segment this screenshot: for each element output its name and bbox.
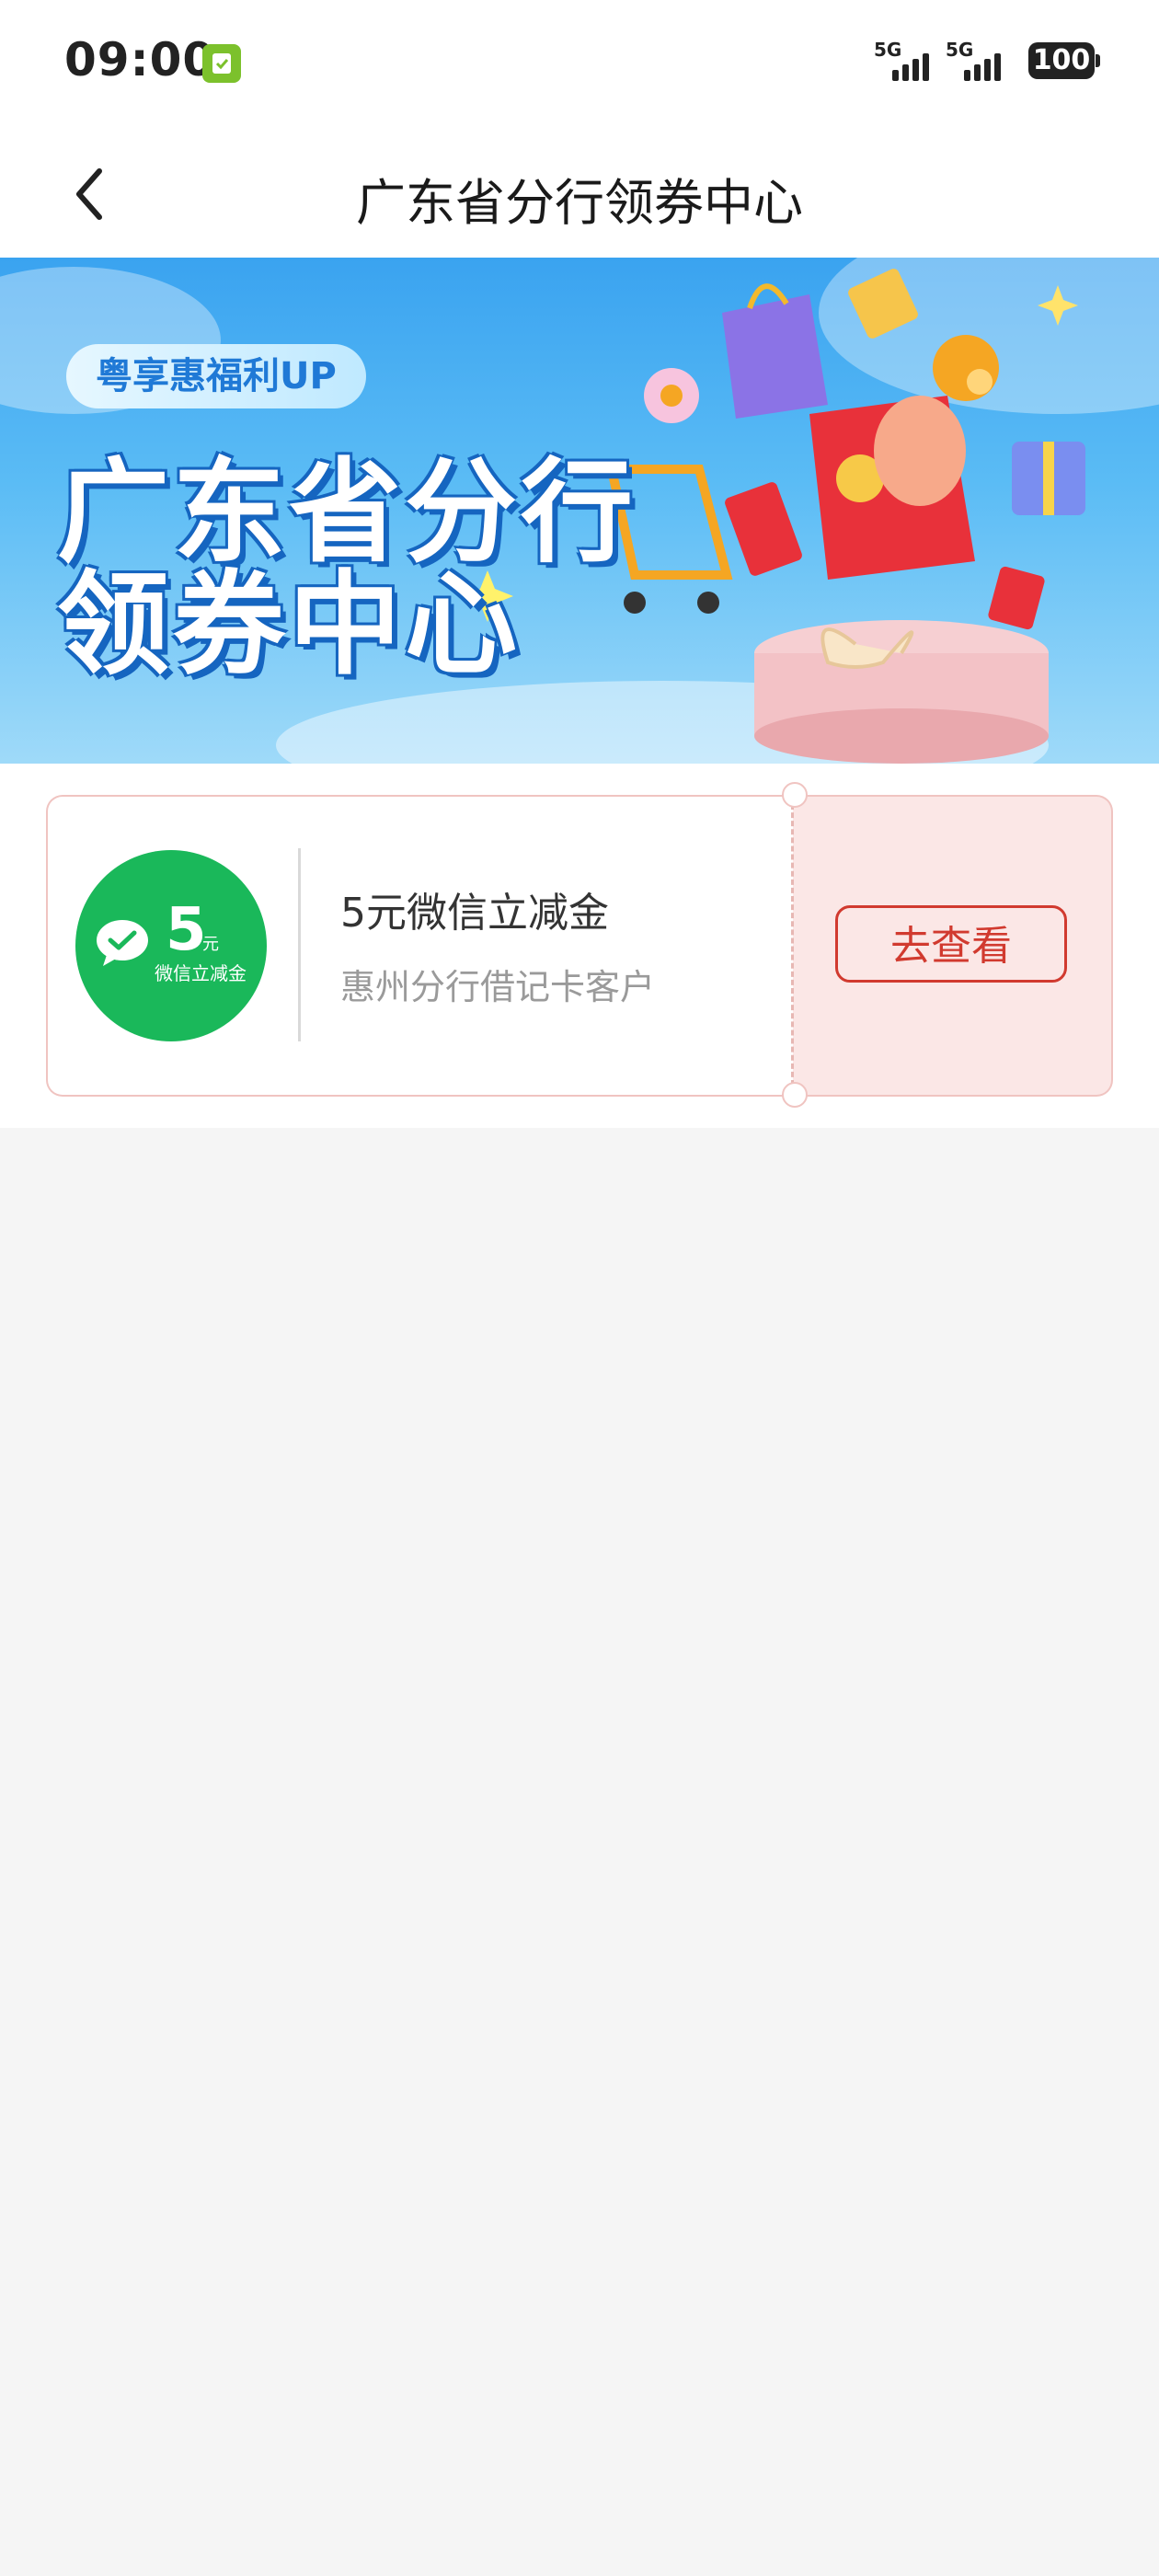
coupon-separator: [298, 848, 301, 1041]
notification-app-icon: [202, 44, 241, 83]
signal-icon: 5G: [874, 39, 938, 85]
battery-icon: 100: [1028, 42, 1100, 79]
coupon-notch: [782, 1082, 808, 1108]
coupon-notch: [782, 782, 808, 808]
banner-tag: 粤享惠福利UP: [66, 344, 366, 408]
status-time: 09:00: [64, 33, 216, 86]
wechat-icon: [97, 920, 148, 966]
status-indicators: 5G 5G 100: [874, 39, 1100, 85]
logo-caption: 微信立减金: [155, 962, 247, 984]
page-title: 广东省分行领券中心: [356, 174, 803, 232]
signal-label: 5G: [874, 39, 902, 61]
coupon-subtitle: 惠州分行借记卡客户: [340, 967, 656, 1007]
banner-title-line-2: 领券中心: [57, 559, 521, 690]
promo-banner[interactable]: 粤享惠福利UP 广东省分行 领券中心: [0, 258, 1159, 764]
status-bar: 09:00 5G 5G 100: [0, 0, 1159, 127]
coupon-card[interactable]: 5 元 微信立减金 5元微信立减金 惠州分行借记卡客户 去查看: [46, 782, 1113, 1108]
view-coupon-button[interactable]: 去查看: [835, 905, 1067, 983]
coupon-title: 5元微信立减金: [340, 890, 609, 937]
signal-label: 5G: [946, 39, 974, 61]
signal-icon: 5G: [946, 39, 1010, 85]
coupon-dashed-divider: [791, 804, 794, 1086]
wechat-coupon-logo: 5 元 微信立减金: [75, 850, 267, 1041]
coupon-list: 5 元 微信立减金 5元微信立减金 惠州分行借记卡客户 去查看: [0, 764, 1159, 1128]
header: 广东省分行领券中心: [0, 127, 1159, 258]
logo-unit: 元: [202, 935, 219, 954]
logo-amount: 5: [166, 896, 207, 964]
